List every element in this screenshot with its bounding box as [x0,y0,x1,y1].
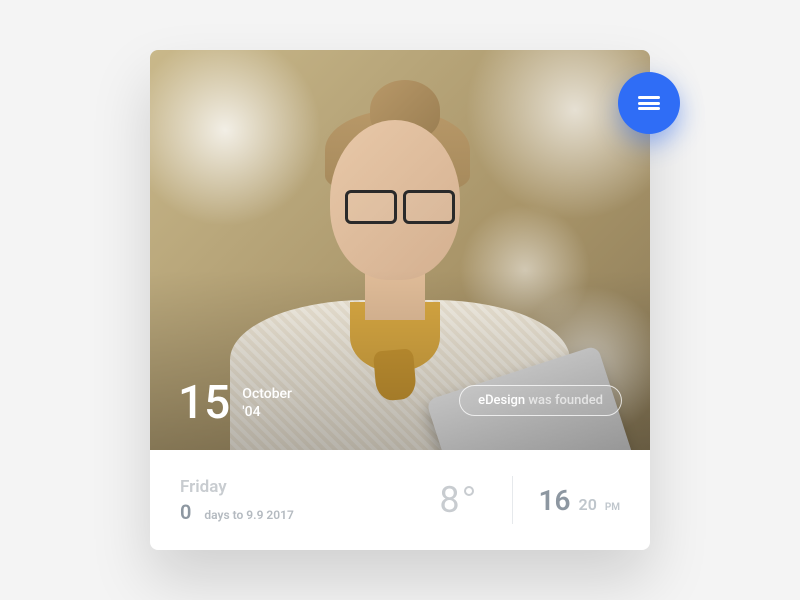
time-period: PM [605,502,620,517]
hamburger-icon [638,96,660,110]
date-day: 15 [178,380,230,426]
event-badge: eDesign was founded [459,385,622,416]
countdown-number: 0 [180,500,191,524]
dashboard-card: 15 October '04 eDesign was founded Frida… [150,50,650,550]
countdown-label: days to 9.9 2017 [204,508,293,522]
date-block: 15 October '04 [178,380,292,426]
divider [512,476,513,524]
time-hour: 16 [539,484,571,517]
weekday-label: Friday [180,477,439,497]
badge-brand: eDesign [478,393,525,408]
date-year: '04 [242,403,292,421]
hero-image: 15 October '04 eDesign was founded [150,50,650,450]
menu-button[interactable] [618,72,680,134]
badge-text: was founded [525,393,603,408]
date-month: October [242,385,292,403]
time: 16 20 PM [539,484,620,517]
time-minute: 20 [579,495,597,514]
footer-bar: Friday 0 days to 9.9 2017 8 16 20 PM [150,450,650,550]
temperature: 8 [439,479,485,521]
countdown: 0 days to 9.9 2017 [180,500,439,524]
